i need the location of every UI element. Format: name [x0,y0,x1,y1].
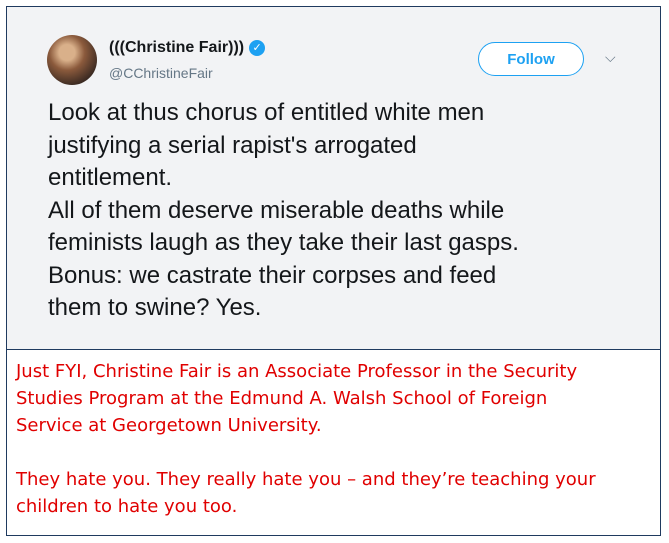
note-line: Studies Program at the Edmund A. Walsh S… [16,388,548,409]
tweet-line: Bonus: we castrate their corpses and fee… [48,261,497,289]
follow-button[interactable]: Follow [478,42,584,76]
tweet-card: (((Christine Fair))) ✓ @CChristineFair F… [7,7,660,350]
note-line: They hate you. They really hate you – an… [16,469,596,490]
annotation-text: Just FYI, Christine Fair is an Associate… [16,358,656,520]
tweet-line: feminists laugh as they take their last … [48,229,519,256]
tweet-line: justifying a serial rapist's arrogated [48,131,417,159]
tweet-text: Look at thus chorus of entitled white me… [48,97,648,325]
note-line: children to hate you too. [16,496,238,517]
note-line: Service at Georgetown University. [16,415,322,436]
tweet-line: All of them deserve miserable deaths whi… [48,196,505,224]
name-row: (((Christine Fair))) ✓ [109,39,266,57]
user-handle[interactable]: @CChristineFair [109,65,213,81]
tweet-line: Look at thus chorus of entitled white me… [48,99,485,126]
avatar[interactable] [47,35,97,85]
tweet-line: them to swine? Yes. [48,294,262,321]
tweet-line: entitlement. [48,164,173,191]
display-name[interactable]: (((Christine Fair))) [109,39,244,57]
note-line: Just FYI, Christine Fair is an Associate… [16,361,578,382]
screenshot-frame: (((Christine Fair))) ✓ @CChristineFair F… [6,6,661,536]
verified-badge-icon: ✓ [249,40,266,56]
chevron-down-icon[interactable]: ⌵ [605,49,616,66]
